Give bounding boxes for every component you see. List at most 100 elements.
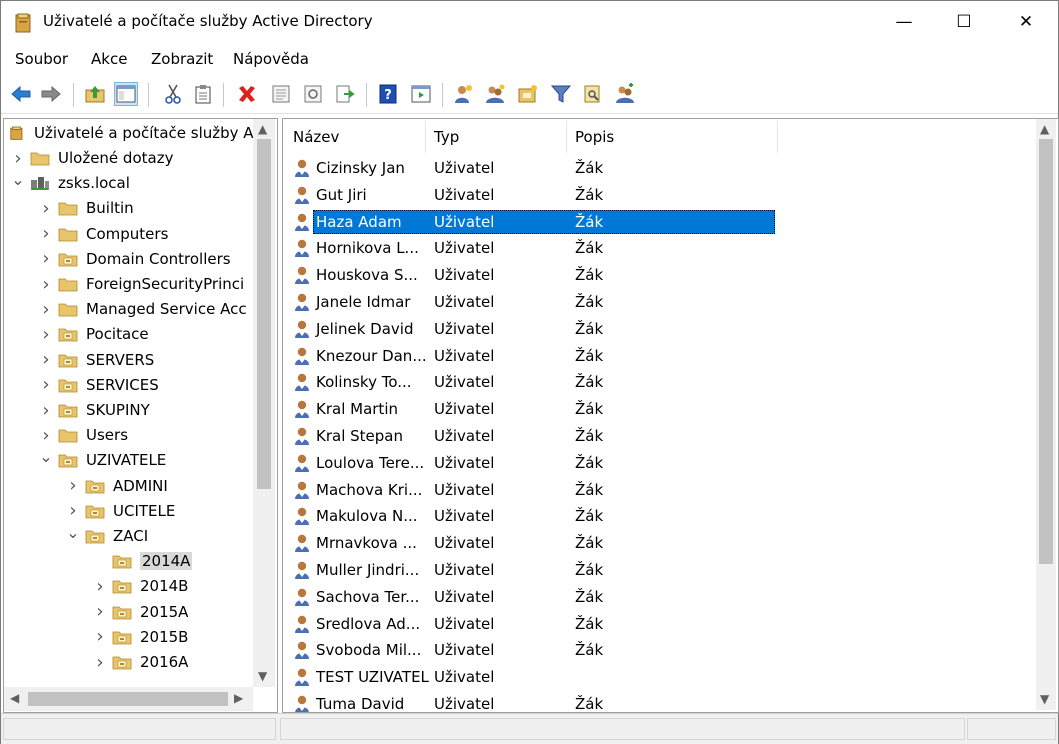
column-divider[interactable]: [425, 121, 426, 153]
expand-chevron-icon[interactable]: ›: [38, 349, 54, 370]
list-row[interactable]: Kral Stepan Uživatel Žák: [283, 423, 1036, 449]
tree-item[interactable]: › Managed Service Acc: [38, 297, 246, 321]
list-vertical-thumb[interactable]: [1039, 139, 1053, 564]
scroll-up-arrow-icon[interactable]: ▲: [258, 122, 267, 136]
tree-item[interactable]: ⌄ zsks.local: [10, 170, 130, 195]
add-to-group-icon[interactable]: [613, 82, 637, 106]
title-bar[interactable]: Uživatelé a počítače služby Active Direc…: [1, 1, 1058, 43]
expand-chevron-icon[interactable]: ›: [38, 400, 54, 421]
list-row[interactable]: Machova Kri... Uživatel Žák: [283, 477, 1036, 503]
list-row[interactable]: Svoboda Mil... Uživatel Žák: [283, 637, 1036, 663]
tree-item[interactable]: › Domain Controllers: [38, 247, 230, 271]
tree-item[interactable]: › Pocitace: [38, 322, 148, 346]
list-row[interactable]: Gut Jiri Uživatel Žák: [283, 182, 1036, 208]
list-row[interactable]: Makulova N... Uživatel Žák: [283, 503, 1036, 529]
tree-item[interactable]: › 2016A: [92, 650, 188, 674]
back-icon[interactable]: [9, 82, 33, 106]
paste-icon[interactable]: [191, 82, 215, 106]
console-tree[interactable]: Uživatelé a počítače služby A › Uložené d…: [3, 118, 278, 713]
menu-akce[interactable]: Akce: [91, 50, 127, 68]
tree-item[interactable]: › ADMINI: [65, 474, 167, 498]
tree-item[interactable]: › ForeignSecurityPrinci: [38, 272, 244, 296]
filter-icon[interactable]: [549, 82, 573, 106]
list-row[interactable]: Houskova S... Uživatel Žák: [283, 262, 1036, 288]
collapse-chevron-icon[interactable]: ⌄: [38, 447, 54, 466]
details-list[interactable]: Název Typ Popis Cizinsky Jan Uživatel Žák G…: [282, 118, 1059, 713]
expand-chevron-icon[interactable]: ›: [92, 626, 108, 647]
list-row[interactable]: Cizinsky Jan Uživatel Žák: [283, 155, 1036, 181]
close-button[interactable]: ✕: [996, 1, 1056, 43]
tree-vertical-scrollbar[interactable]: ▲ ▼: [253, 119, 275, 687]
properties-icon[interactable]: [269, 82, 293, 106]
list-row[interactable]: Kolinsky To... Uživatel Žák: [283, 369, 1036, 395]
tree-item[interactable]: › 2015B: [92, 625, 188, 649]
tree-vertical-thumb[interactable]: [257, 139, 271, 489]
export-list-icon[interactable]: [333, 82, 357, 106]
tree-horizontal-thumb[interactable]: [28, 692, 228, 706]
new-user-icon[interactable]: [451, 82, 475, 106]
menu-soubor[interactable]: Soubor: [15, 50, 68, 68]
tree-item[interactable]: › SERVERS: [38, 348, 154, 372]
column-divider[interactable]: [777, 121, 778, 153]
list-vertical-scrollbar[interactable]: ▲ ▼: [1036, 119, 1056, 710]
delete-icon[interactable]: [235, 82, 259, 106]
column-header-name[interactable]: Název: [293, 128, 339, 146]
tree-item[interactable]: › Users: [38, 423, 128, 447]
forward-icon[interactable]: [39, 82, 63, 106]
list-row[interactable]: Jelinek David Uživatel Žák: [283, 316, 1036, 342]
expand-chevron-icon[interactable]: ›: [92, 576, 108, 597]
tree-item[interactable]: › Builtin: [38, 196, 133, 220]
column-divider[interactable]: [566, 121, 567, 153]
collapse-chevron-icon[interactable]: ⌄: [10, 170, 26, 189]
tree-root[interactable]: Uživatelé a počítače služby A: [10, 121, 254, 145]
expand-chevron-icon[interactable]: ›: [38, 374, 54, 395]
minimize-button[interactable]: —: [874, 1, 934, 43]
expand-chevron-icon[interactable]: ›: [38, 274, 54, 295]
menu-napoveda[interactable]: Nápověda: [233, 50, 309, 68]
tree-item[interactable]: › UCITELE: [65, 499, 175, 523]
help-icon[interactable]: ?: [376, 82, 400, 106]
list-row[interactable]: Mrnavkova ... Uživatel Žák: [283, 530, 1036, 556]
expand-chevron-icon[interactable]: ›: [38, 324, 54, 345]
expand-chevron-icon[interactable]: ›: [92, 601, 108, 622]
scroll-down-arrow-icon[interactable]: ▼: [1040, 692, 1049, 706]
scroll-right-arrow-icon[interactable]: ▶: [234, 691, 243, 705]
expand-chevron-icon[interactable]: ›: [38, 425, 54, 446]
list-row[interactable]: Sredlova Ad... Uživatel Žák: [283, 611, 1036, 637]
expand-chevron-icon[interactable]: ›: [38, 223, 54, 244]
tree-horizontal-scrollbar[interactable]: ◀ ▶: [4, 687, 253, 711]
list-row[interactable]: Kral Martin Uživatel Žák: [283, 396, 1036, 422]
list-row[interactable]: Loulova Tere... Uživatel Žák: [283, 450, 1036, 476]
new-ou-icon[interactable]: [516, 82, 540, 106]
list-row[interactable]: Hornikova L... Uživatel Žák: [283, 235, 1036, 261]
scroll-up-arrow-icon[interactable]: ▲: [1040, 122, 1049, 136]
console-view-icon[interactable]: [409, 82, 433, 106]
tree-item[interactable]: › Computers: [38, 222, 168, 246]
expand-chevron-icon[interactable]: ›: [10, 148, 26, 169]
column-header-type[interactable]: Typ: [434, 128, 459, 146]
scroll-down-arrow-icon[interactable]: ▼: [258, 669, 267, 683]
new-group-icon[interactable]: [483, 82, 507, 106]
list-row[interactable]: Knezour Dan... Uživatel Žák: [283, 343, 1036, 369]
tree-item[interactable]: 2014A: [92, 549, 193, 573]
menu-zobrazit[interactable]: Zobrazit: [151, 50, 213, 68]
expand-chevron-icon[interactable]: ›: [65, 500, 81, 521]
expand-chevron-icon[interactable]: ›: [38, 248, 54, 269]
find-icon[interactable]: [581, 82, 605, 106]
tree-item[interactable]: › Uložené dotazy: [10, 146, 173, 170]
list-row[interactable]: TEST UZIVATEL Uživatel: [283, 664, 1036, 690]
maximize-button[interactable]: ☐: [934, 1, 994, 43]
list-row[interactable]: Tuma David Uživatel Žák: [283, 691, 1036, 712]
expand-chevron-icon[interactable]: ›: [38, 198, 54, 219]
tree-item[interactable]: › SERVICES: [38, 373, 158, 397]
up-folder-icon[interactable]: [83, 82, 107, 106]
scroll-left-arrow-icon[interactable]: ◀: [10, 691, 19, 705]
show-hide-tree-icon[interactable]: [114, 82, 138, 106]
tree-item[interactable]: › 2014B: [92, 574, 188, 598]
list-row[interactable]: Haza Adam Uživatel Žák: [283, 209, 1036, 235]
expand-chevron-icon[interactable]: ›: [65, 475, 81, 496]
column-header-description[interactable]: Popis: [575, 128, 614, 146]
expand-chevron-icon[interactable]: ›: [92, 652, 108, 673]
list-row[interactable]: Janele Idmar Uživatel Žák: [283, 289, 1036, 315]
tree-item[interactable]: › SKUPINY: [38, 398, 149, 422]
